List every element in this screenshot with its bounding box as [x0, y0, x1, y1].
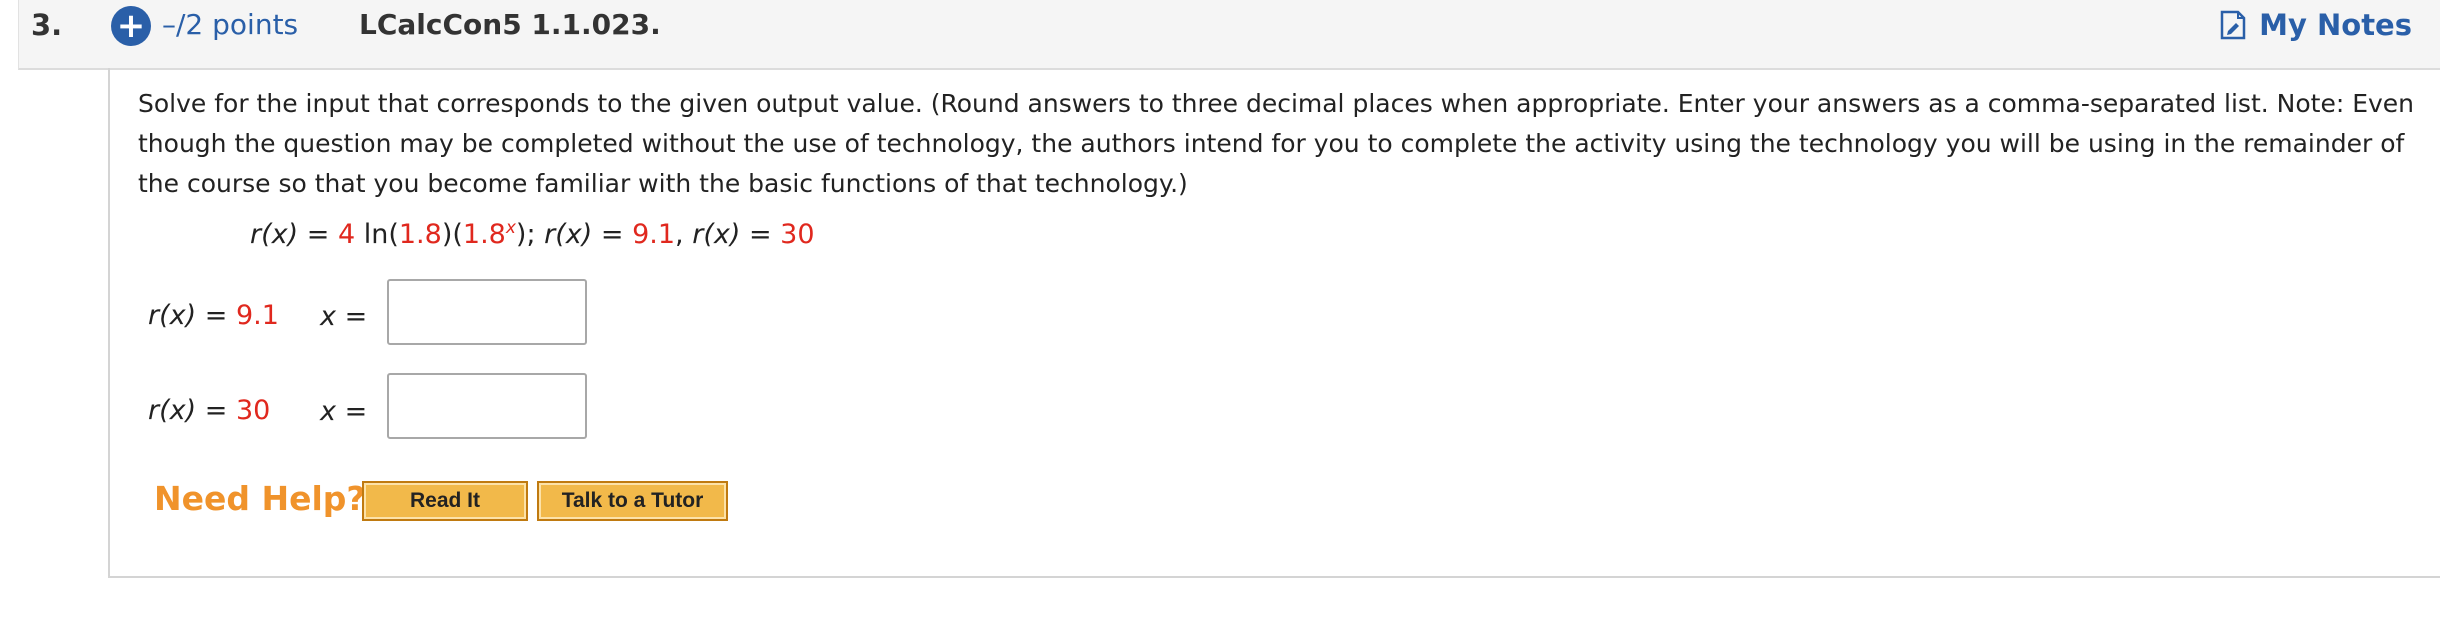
- equation-base: 1.8: [462, 219, 506, 250]
- question-id: LCalcCon5 1.1.023.: [359, 8, 661, 41]
- row-2-value: 30: [235, 395, 271, 426]
- equation-lhs-3: r(x): [692, 219, 741, 250]
- my-notes-label: My Notes: [2259, 8, 2412, 42]
- answer-input-1[interactable]: [387, 279, 587, 345]
- row-1-function: r(x): [148, 300, 197, 331]
- question-number: 3.: [31, 8, 63, 42]
- answer-row-1-label: r(x) = 9.1: [148, 300, 279, 331]
- output-value-2: 30: [780, 219, 815, 250]
- equation-ln-open: ln(: [355, 219, 399, 250]
- function-equation: r(x) = 4 ln(1.8)(1.8x); r(x) = 9.1, r(x)…: [250, 218, 815, 250]
- row-2-x-equals: =: [335, 396, 368, 427]
- output-value-1: 9.1: [632, 219, 676, 250]
- equation-equals-2: =: [592, 219, 633, 250]
- row-2-function: r(x): [148, 395, 197, 426]
- row-1-x: x: [320, 301, 336, 332]
- answer-input-2[interactable]: [387, 373, 587, 439]
- my-notes-link[interactable]: My Notes: [2219, 8, 2412, 42]
- equation-mid: )(: [441, 219, 463, 250]
- equation-coefficient: 4: [337, 219, 356, 250]
- points-label: –/2 points: [162, 8, 299, 41]
- equation-lhs-2: r(x): [544, 219, 593, 250]
- question-prompt: Solve for the input that corresponds to …: [138, 89, 2415, 198]
- note-icon: [2220, 10, 2246, 40]
- equation-close: );: [515, 219, 545, 250]
- need-help-label: Need Help?: [154, 479, 366, 518]
- equation-equals-3: =: [740, 219, 781, 250]
- row-2-x-label: x =: [320, 396, 367, 427]
- equation-equals: =: [298, 219, 338, 250]
- answer-row-2-label: r(x) = 30: [148, 395, 270, 426]
- talk-to-tutor-button[interactable]: Talk to a Tutor: [537, 481, 728, 521]
- row-1-equals: =: [196, 300, 236, 331]
- equation-lhs: r(x): [250, 219, 299, 250]
- row-2-x: x: [320, 396, 336, 427]
- row-2-equals: =: [196, 395, 236, 426]
- row-1-x-equals: =: [335, 301, 368, 332]
- equation-ln-argument: 1.8: [398, 219, 442, 250]
- equation-exponent: x: [505, 218, 516, 238]
- row-1-value: 9.1: [235, 300, 279, 331]
- read-it-button[interactable]: Read It: [362, 481, 528, 521]
- row-1-x-label: x =: [320, 301, 367, 332]
- plus-icon[interactable]: +: [111, 6, 151, 46]
- equation-comma: ,: [675, 219, 693, 250]
